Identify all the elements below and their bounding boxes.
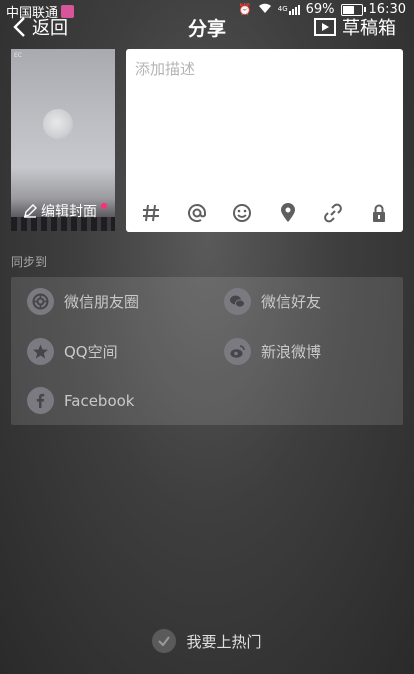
check-icon (152, 629, 177, 653)
pencil-icon (24, 204, 37, 218)
share-wechat-moments[interactable]: 微信朋友圈 (27, 288, 139, 315)
nav-bar: 返回 分享 草稿箱 (0, 14, 414, 44)
signal-icon: 4G (277, 4, 300, 15)
share-label: QQ空间 (64, 343, 118, 361)
drafts-label: 草稿箱 (342, 18, 396, 39)
new-dot-badge (101, 203, 107, 209)
share-panel: 微信朋友圈 微信好友 QQ空间 新浪微博 Facebook (11, 277, 403, 425)
share-facebook[interactable]: Facebook (27, 387, 134, 414)
share-label: 微信好友 (261, 293, 322, 311)
hot-label: 我要上热门 (186, 632, 262, 651)
drafts-button[interactable]: 草稿箱 (314, 14, 396, 40)
location-icon[interactable] (277, 202, 299, 224)
lock-icon[interactable] (368, 202, 390, 224)
description-placeholder: 添加描述 (135, 60, 196, 78)
share-wechat-friends[interactable]: 微信好友 (224, 288, 321, 315)
share-label: Facebook (64, 391, 135, 410)
link-icon[interactable] (322, 202, 344, 224)
hot-toggle[interactable]: 我要上热门 (0, 629, 414, 653)
video-play-icon (314, 18, 336, 36)
weibo-icon (224, 338, 251, 365)
share-qzone[interactable]: QQ空间 (27, 338, 118, 365)
qzone-icon (27, 338, 54, 365)
emoji-icon[interactable] (231, 202, 253, 224)
facebook-icon (27, 387, 54, 414)
edit-cover-button[interactable]: 编辑封面 (23, 201, 97, 221)
sync-label: 同步到 (11, 255, 48, 269)
wechat-moments-icon (27, 288, 54, 315)
network-type: 4G (277, 4, 288, 13)
hashtag-icon[interactable] (140, 202, 162, 224)
share-label: 新浪微博 (261, 343, 322, 361)
cover-thumbnail[interactable]: EC 编辑封面 (11, 49, 115, 231)
description-toolbar (140, 202, 390, 224)
description-input[interactable]: 添加描述 (126, 49, 403, 232)
mention-icon[interactable] (186, 202, 208, 224)
ceiling-lamp (43, 109, 73, 139)
wechat-icon (224, 288, 251, 315)
share-weibo[interactable]: 新浪微博 (224, 338, 321, 365)
share-label: 微信朋友圈 (64, 293, 140, 311)
edit-cover-label: 编辑封面 (41, 204, 97, 220)
camera-overlay: EC (14, 52, 22, 59)
